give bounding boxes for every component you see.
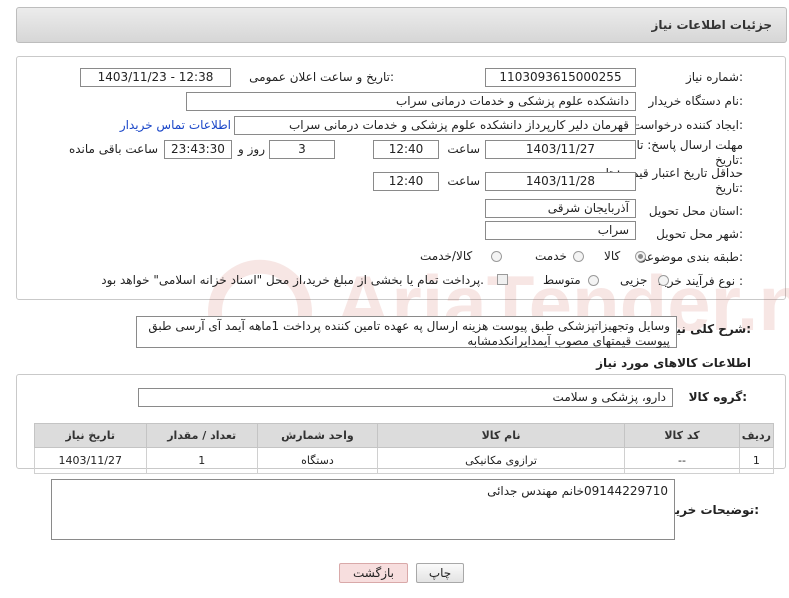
validity-date-field: 1403/11/28	[485, 172, 636, 191]
goods-table-header: ردیف کد کالا نام کالا واحد شمارش تعداد /…	[34, 423, 775, 448]
col-qty: تعداد / مقدار	[145, 423, 258, 448]
reply-time-label: ساعت	[447, 142, 480, 156]
cell-unit: دستگاه	[256, 447, 378, 474]
goods-table: ردیف کد کالا نام کالا واحد شمارش تعداد /…	[34, 423, 775, 474]
goods-group-label: گروه کالا:	[688, 390, 747, 404]
announce-label: تاریخ و ساعت اعلان عمومی:	[249, 70, 394, 84]
category-label: طبقه بندی موضوعی:	[636, 250, 743, 264]
description-textarea: وسایل وتجهیزاتپزشکی طبق پیوست هزینه ارسا…	[136, 316, 677, 348]
process-radio-minor[interactable]	[658, 275, 669, 286]
category-radio-goods[interactable]	[635, 251, 646, 262]
days-field: 3	[269, 140, 335, 159]
payment-note: پرداخت تمام یا بخشی از مبلغ خرید،از محل …	[101, 273, 484, 287]
cell-row: 1	[738, 447, 775, 474]
category-option-goods-service: کالا/خدمت	[420, 249, 473, 263]
process-option-medium: متوسط	[543, 273, 581, 287]
category-radio-goods-service[interactable]	[491, 251, 502, 262]
category-radio-service[interactable]	[573, 251, 584, 262]
treasury-checkbox[interactable]	[497, 274, 508, 285]
remaining-time-field: 23:43:30	[164, 140, 232, 159]
goods-section-title: اطلاعات کالاهای مورد نیاز	[596, 356, 751, 370]
reply-time-field: 12:40	[373, 140, 439, 159]
validity-time-field: 12:40	[373, 172, 439, 191]
buyer-org-label: نام دستگاه خریدار:	[648, 94, 744, 108]
category-option-goods: کالا	[604, 249, 621, 263]
buyer-notes-textarea: 09144229710خانم مهندس جدائی	[51, 479, 675, 540]
province-label: استان محل تحویل:	[648, 204, 743, 218]
reply-deadline-label: مهلت ارسال پاسخ: تا تاریخ:	[636, 138, 743, 167]
back-button[interactable]: بازگشت	[339, 563, 408, 583]
process-radio-medium[interactable]	[588, 275, 599, 286]
process-label: نوع فرآیند خرید :	[658, 274, 743, 288]
requester-field: قهرمان دلیر کارپرداز دانشکده علوم پزشکی …	[234, 116, 636, 135]
province-field: آذربایجان شرقی	[485, 199, 636, 218]
col-row: ردیف	[738, 423, 775, 448]
panel-header: جزئیات اطلاعات نیاز	[16, 7, 787, 43]
goods-group-field: دارو، پزشکی و سلامت	[138, 388, 673, 407]
buyer-org-field: دانشکده علوم پزشکی و خدمات درمانی سراب	[186, 92, 636, 111]
cell-code: --	[624, 447, 740, 474]
col-date: تاریخ نیاز	[34, 423, 147, 448]
buyer-contact-link[interactable]: اطلاعات تماس خریدار	[120, 118, 231, 132]
reply-date-field: 1403/11/27	[485, 140, 636, 159]
validity-time-label: ساعت	[447, 174, 480, 188]
col-unit: واحد شمارش	[256, 423, 378, 448]
print-button[interactable]: چاپ	[416, 563, 464, 583]
need-number-field: 1103093615000255	[485, 68, 636, 87]
cell-name: ترازوی مکانیکی	[376, 447, 626, 474]
col-name: نام کالا	[376, 423, 626, 448]
page-title: جزئیات اطلاعات نیاز	[651, 18, 772, 32]
city-label: شهر محل تحویل:	[656, 227, 743, 241]
process-option-minor: جزیی	[620, 273, 648, 287]
description-label: شرح کلی نیاز:	[665, 322, 751, 336]
remaining-label: ساعت باقی مانده	[68, 142, 158, 156]
cell-qty: 1	[145, 447, 258, 474]
days-label: روز و	[238, 142, 265, 156]
cell-date: 1403/11/27	[34, 447, 147, 474]
need-number-label: شماره نیاز:	[685, 70, 743, 84]
city-field: سراب	[485, 221, 636, 240]
requester-label: ایجاد کننده درخواست:	[632, 118, 743, 132]
table-row: 1 -- ترازوی مکانیکی دستگاه 1 1403/11/27	[34, 447, 775, 474]
col-code: کد کالا	[624, 423, 740, 448]
announce-field: 1403/11/23 - 12:38	[80, 68, 231, 87]
category-option-service: خدمت	[535, 249, 567, 263]
